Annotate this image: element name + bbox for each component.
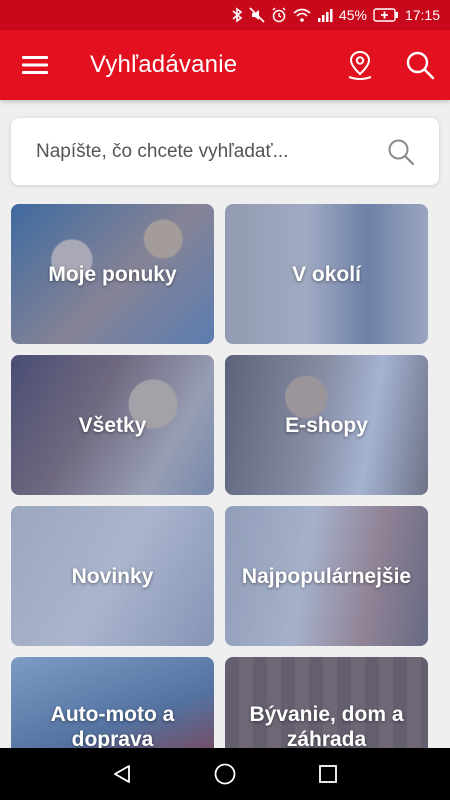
battery-percent: 45% — [338, 7, 367, 23]
category-label: Bývanie, dom a záhrada — [249, 703, 404, 748]
alarm-icon — [271, 7, 287, 23]
menu-button[interactable] — [0, 30, 70, 100]
search-button[interactable] — [390, 30, 450, 100]
category-label: V okolí — [292, 262, 361, 286]
category-label: Auto-moto a doprava — [50, 703, 175, 748]
search-placeholder: Napíšte, čo chcete vyhľadať... — [36, 140, 289, 162]
category-tile-e-shopy[interactable]: E-shopy — [225, 355, 428, 495]
home-button[interactable] — [195, 748, 255, 800]
system-nav-bar — [0, 748, 450, 800]
category-tile-v-okoli[interactable]: V okolí — [225, 204, 428, 344]
hamburger-menu-icon — [22, 56, 48, 74]
battery-charging-icon — [373, 8, 399, 22]
app-bar: Vyhľadávanie — [0, 30, 450, 100]
search-field-icon[interactable] — [387, 138, 415, 166]
recents-button[interactable] — [298, 748, 358, 800]
category-tile-najpopularnejsie[interactable]: Najpopulárnejšie — [225, 506, 428, 646]
category-tile-novinky[interactable]: Novinky — [11, 506, 214, 646]
back-icon — [113, 765, 130, 783]
category-label: Najpopulárnejšie — [241, 564, 412, 588]
back-button[interactable] — [92, 748, 152, 800]
bluetooth-icon — [231, 7, 243, 23]
home-icon — [214, 763, 236, 785]
search-icon — [406, 51, 435, 80]
category-tile-byvanie[interactable]: Bývanie, dom a záhrada — [225, 657, 428, 748]
clock-time: 17:15 — [404, 7, 440, 23]
page-title: Vyhľadávanie — [90, 51, 238, 78]
category-tile-moje-ponuky[interactable]: Moje ponuky — [11, 204, 214, 344]
category-tile-auto-moto[interactable]: Auto-moto a doprava — [11, 657, 214, 748]
category-tile-vsetky[interactable]: Všetky — [11, 355, 214, 495]
search-input[interactable]: Napíšte, čo chcete vyhľadať... — [11, 118, 439, 185]
location-pin-icon — [348, 50, 372, 80]
recents-icon — [319, 765, 338, 783]
category-label: Novinky — [71, 564, 154, 588]
category-label: Moje ponuky — [48, 262, 177, 286]
category-label: Všetky — [78, 413, 147, 437]
location-button[interactable] — [330, 30, 390, 100]
signal-icon — [317, 7, 333, 23]
category-label: E-shopy — [285, 413, 368, 437]
category-grid: Moje ponuky V okolí Všetky E-shopy Novin… — [11, 204, 439, 748]
mute-icon — [249, 7, 265, 23]
wifi-icon — [293, 7, 311, 23]
status-bar: 45% 17:15 — [0, 0, 450, 30]
